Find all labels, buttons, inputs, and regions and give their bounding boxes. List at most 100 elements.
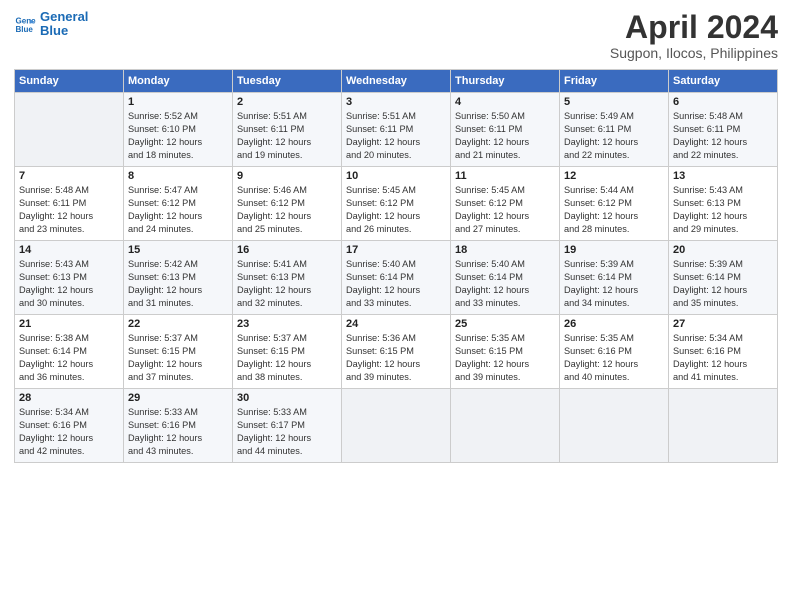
- weekday-header-friday: Friday: [560, 70, 669, 93]
- calendar-cell: 26 Sunrise: 5:35 AM Sunset: 6:16 PM Dayli…: [560, 315, 669, 389]
- day-info: Sunrise: 5:51 AM Sunset: 6:11 PM Dayligh…: [237, 110, 337, 162]
- calendar-cell: 5Sunrise: 5:49 AM Sunset: 6:11 PM Daylig…: [560, 93, 669, 167]
- calendar-cell: 15 Sunrise: 5:42 AM Sunset: 6:13 PM Dayli…: [124, 241, 233, 315]
- day-info: Sunrise: 5:40 AM Sunset: 6:14 PM Dayligh…: [346, 258, 446, 310]
- svg-text:General: General: [15, 17, 36, 26]
- day-info: Sunrise: 5:42 AM Sunset: 6:13 PM Dayligh…: [128, 258, 228, 310]
- day-info: Sunrise: 5:45 AM Sunset: 6:12 PM Dayligh…: [455, 184, 555, 236]
- weekday-header-sunday: Sunday: [15, 70, 124, 93]
- day-info: Sunrise: 5:52 AM Sunset: 6:10 PM Dayligh…: [128, 110, 228, 162]
- day-number: 6: [673, 96, 773, 108]
- calendar-header: SundayMondayTuesdayWednesdayThursdayFrid…: [15, 70, 778, 93]
- day-number: 7: [19, 170, 119, 182]
- day-info: Sunrise: 5:47 AM Sunset: 6:12 PM Dayligh…: [128, 184, 228, 236]
- calendar-cell: 28 Sunrise: 5:34 AM Sunset: 6:16 PM Dayli…: [15, 389, 124, 463]
- day-number: 16: [237, 244, 337, 256]
- logo: General Blue General Blue: [14, 10, 88, 39]
- day-number: 11: [455, 170, 555, 182]
- calendar-week-row: 7 Sunrise: 5:48 AM Sunset: 6:11 PM Daylig…: [15, 167, 778, 241]
- calendar-title: April 2024: [610, 10, 778, 45]
- weekday-header-thursday: Thursday: [451, 70, 560, 93]
- calendar-week-row: 14Sunrise: 5:43 AM Sunset: 6:13 PM Dayli…: [15, 241, 778, 315]
- calendar-cell: 25Sunrise: 5:35 AM Sunset: 6:15 PM Dayli…: [451, 315, 560, 389]
- day-info: Sunrise: 5:44 AM Sunset: 6:12 PM Dayligh…: [564, 184, 664, 236]
- calendar-table: SundayMondayTuesdayWednesdayThursdayFrid…: [14, 69, 778, 463]
- calendar-cell: 19Sunrise: 5:39 AM Sunset: 6:14 PM Dayli…: [560, 241, 669, 315]
- calendar-cell: 11 Sunrise: 5:45 AM Sunset: 6:12 PM Dayli…: [451, 167, 560, 241]
- day-info: Sunrise: 5:33 AM Sunset: 6:16 PM Dayligh…: [128, 406, 228, 458]
- day-number: 2: [237, 96, 337, 108]
- calendar-cell: 30Sunrise: 5:33 AM Sunset: 6:17 PM Dayli…: [233, 389, 342, 463]
- calendar-cell: 3Sunrise: 5:51 AM Sunset: 6:11 PM Daylig…: [342, 93, 451, 167]
- day-info: Sunrise: 5:33 AM Sunset: 6:17 PM Dayligh…: [237, 406, 337, 458]
- day-number: 28: [19, 392, 119, 404]
- calendar-week-row: 21Sunrise: 5:38 AM Sunset: 6:14 PM Dayli…: [15, 315, 778, 389]
- weekday-header-monday: Monday: [124, 70, 233, 93]
- day-info: Sunrise: 5:46 AM Sunset: 6:12 PM Dayligh…: [237, 184, 337, 236]
- day-number: 3: [346, 96, 446, 108]
- calendar-week-row: 28 Sunrise: 5:34 AM Sunset: 6:16 PM Dayli…: [15, 389, 778, 463]
- weekday-header-saturday: Saturday: [669, 70, 778, 93]
- day-number: 10: [346, 170, 446, 182]
- day-info: Sunrise: 5:41 AM Sunset: 6:13 PM Dayligh…: [237, 258, 337, 310]
- calendar-cell: 1Sunrise: 5:52 AM Sunset: 6:10 PM Daylig…: [124, 93, 233, 167]
- day-info: Sunrise: 5:45 AM Sunset: 6:12 PM Dayligh…: [346, 184, 446, 236]
- calendar-cell: [342, 389, 451, 463]
- day-number: 23: [237, 318, 337, 330]
- day-info: Sunrise: 5:39 AM Sunset: 6:14 PM Dayligh…: [673, 258, 773, 310]
- calendar-cell: 9Sunrise: 5:46 AM Sunset: 6:12 PM Daylig…: [233, 167, 342, 241]
- day-number: 18: [455, 244, 555, 256]
- calendar-cell: 8 Sunrise: 5:47 AM Sunset: 6:12 PM Daylig…: [124, 167, 233, 241]
- day-info: Sunrise: 5:36 AM Sunset: 6:15 PM Dayligh…: [346, 332, 446, 384]
- day-number: 5: [564, 96, 664, 108]
- calendar-cell: 16 Sunrise: 5:41 AM Sunset: 6:13 PM Dayli…: [233, 241, 342, 315]
- calendar-cell: 23Sunrise: 5:37 AM Sunset: 6:15 PM Dayli…: [233, 315, 342, 389]
- day-number: 22: [128, 318, 228, 330]
- day-number: 27: [673, 318, 773, 330]
- day-number: 15: [128, 244, 228, 256]
- day-info: Sunrise: 5:43 AM Sunset: 6:13 PM Dayligh…: [673, 184, 773, 236]
- page-header: General Blue General Blue April 2024 Sug…: [14, 10, 778, 61]
- logo-text-blue: Blue: [40, 24, 88, 38]
- day-number: 13: [673, 170, 773, 182]
- calendar-subtitle: Sugpon, Ilocos, Philippines: [610, 45, 778, 61]
- calendar-cell: 21Sunrise: 5:38 AM Sunset: 6:14 PM Dayli…: [15, 315, 124, 389]
- day-info: Sunrise: 5:40 AM Sunset: 6:14 PM Dayligh…: [455, 258, 555, 310]
- day-info: Sunrise: 5:48 AM Sunset: 6:11 PM Dayligh…: [19, 184, 119, 236]
- calendar-cell: 13 Sunrise: 5:43 AM Sunset: 6:13 PM Dayli…: [669, 167, 778, 241]
- day-info: Sunrise: 5:39 AM Sunset: 6:14 PM Dayligh…: [564, 258, 664, 310]
- calendar-cell: [15, 93, 124, 167]
- day-info: Sunrise: 5:34 AM Sunset: 6:16 PM Dayligh…: [19, 406, 119, 458]
- calendar-cell: 29Sunrise: 5:33 AM Sunset: 6:16 PM Dayli…: [124, 389, 233, 463]
- title-block: April 2024 Sugpon, Ilocos, Philippines: [610, 10, 778, 61]
- calendar-cell: 4 Sunrise: 5:50 AM Sunset: 6:11 PM Daylig…: [451, 93, 560, 167]
- day-info: Sunrise: 5:38 AM Sunset: 6:14 PM Dayligh…: [19, 332, 119, 384]
- day-number: 17: [346, 244, 446, 256]
- calendar-cell: 22 Sunrise: 5:37 AM Sunset: 6:15 PM Dayli…: [124, 315, 233, 389]
- calendar-cell: 12 Sunrise: 5:44 AM Sunset: 6:12 PM Dayli…: [560, 167, 669, 241]
- calendar-cell: 2 Sunrise: 5:51 AM Sunset: 6:11 PM Daylig…: [233, 93, 342, 167]
- day-info: Sunrise: 5:34 AM Sunset: 6:16 PM Dayligh…: [673, 332, 773, 384]
- calendar-cell: 20 Sunrise: 5:39 AM Sunset: 6:14 PM Dayli…: [669, 241, 778, 315]
- weekday-header-row: SundayMondayTuesdayWednesdayThursdayFrid…: [15, 70, 778, 93]
- calendar-cell: 10 Sunrise: 5:45 AM Sunset: 6:12 PM Dayli…: [342, 167, 451, 241]
- day-number: 4: [455, 96, 555, 108]
- day-number: 26: [564, 318, 664, 330]
- day-info: Sunrise: 5:35 AM Sunset: 6:16 PM Dayligh…: [564, 332, 664, 384]
- day-info: Sunrise: 5:37 AM Sunset: 6:15 PM Dayligh…: [128, 332, 228, 384]
- calendar-cell: 7 Sunrise: 5:48 AM Sunset: 6:11 PM Daylig…: [15, 167, 124, 241]
- calendar-cell: [451, 389, 560, 463]
- calendar-cell: 27 Sunrise: 5:34 AM Sunset: 6:16 PM Dayli…: [669, 315, 778, 389]
- calendar-week-row: 1Sunrise: 5:52 AM Sunset: 6:10 PM Daylig…: [15, 93, 778, 167]
- day-number: 20: [673, 244, 773, 256]
- day-info: Sunrise: 5:43 AM Sunset: 6:13 PM Dayligh…: [19, 258, 119, 310]
- svg-text:Blue: Blue: [15, 25, 33, 34]
- day-number: 8: [128, 170, 228, 182]
- day-info: Sunrise: 5:48 AM Sunset: 6:11 PM Dayligh…: [673, 110, 773, 162]
- weekday-header-tuesday: Tuesday: [233, 70, 342, 93]
- calendar-cell: 14Sunrise: 5:43 AM Sunset: 6:13 PM Dayli…: [15, 241, 124, 315]
- day-number: 12: [564, 170, 664, 182]
- logo-text-general: General: [40, 10, 88, 24]
- day-info: Sunrise: 5:50 AM Sunset: 6:11 PM Dayligh…: [455, 110, 555, 162]
- calendar-cell: [560, 389, 669, 463]
